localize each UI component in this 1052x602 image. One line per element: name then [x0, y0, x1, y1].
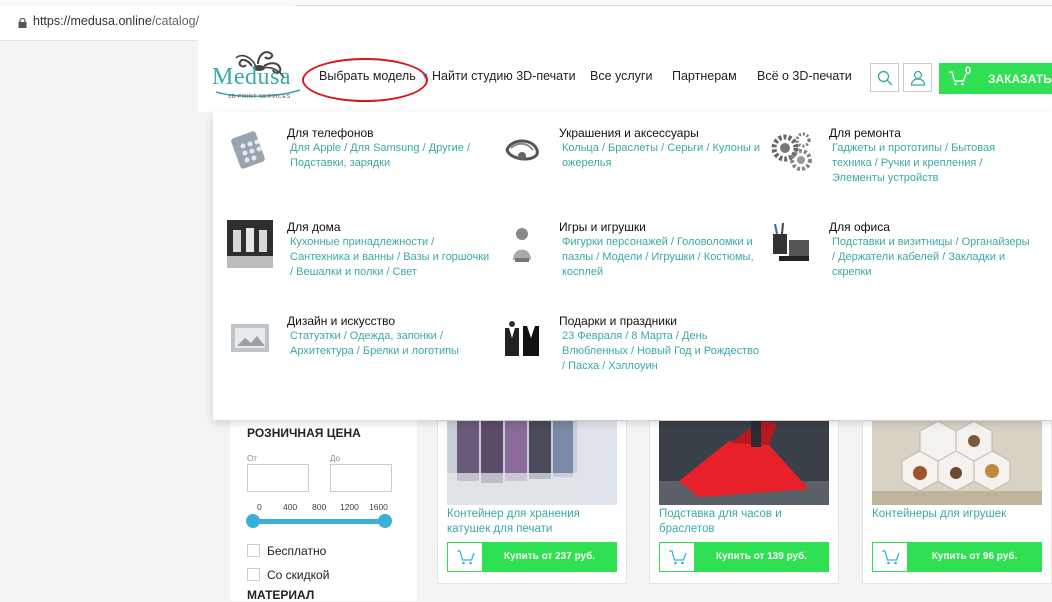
category-links[interactable]: Подставки и визитницы / Органайзеры / Де… — [832, 235, 1032, 280]
category-title[interactable]: Подарки и праздники — [559, 314, 677, 328]
user-icon — [910, 70, 926, 86]
jewelry-thumbnail[interactable] — [499, 126, 545, 174]
filter-sidebar: РОЗНИЧНАЯ ЦЕНА От До 0 400 800 1200 1600… — [230, 420, 417, 602]
category-links[interactable]: Кольца / Браслеты / Серьги / Кулоны и ож… — [562, 141, 762, 171]
logo-text: Medusa — [212, 64, 291, 90]
url-host: https://medusa.online — [33, 14, 152, 28]
url-path: /catalog/ — [151, 14, 200, 28]
catalog-mega-menu: Для телефонов Для Apple / Для Samsung / … — [213, 112, 1052, 420]
discount-checkbox-label: Со скидкой — [267, 568, 330, 582]
category-links[interactable]: 23 Февраля / 8 Марта / День Влюбленных /… — [562, 329, 762, 374]
category-title[interactable]: Игры и игрушки — [559, 220, 646, 234]
red-highlight-circle — [302, 58, 428, 102]
add-to-cart-button[interactable] — [872, 542, 908, 572]
product-title[interactable]: Контейнеры для игрушек — [872, 507, 1047, 522]
product-image[interactable] — [447, 421, 617, 505]
price-filter-title: РОЗНИЧНАЯ ЦЕНА — [247, 426, 361, 440]
art-frame-thumbnail[interactable] — [227, 314, 273, 362]
nav-all-services[interactable]: Все услуги — [590, 69, 652, 83]
user-account-button[interactable] — [903, 63, 932, 92]
category-title[interactable]: Дизайн и искусство — [287, 314, 395, 328]
price-slider-track[interactable] — [249, 519, 389, 524]
browser-address-bar: https://medusa.online/catalog/ — [0, 0, 1052, 41]
category-title[interactable]: Украшения и аксессуары — [559, 126, 699, 140]
category-links[interactable]: Статуэтки / Одежда, запонки / Архитектур… — [290, 329, 490, 359]
price-to-label: До — [330, 454, 340, 463]
cart-icon — [457, 550, 475, 565]
nav-find-studio[interactable]: Найти студию 3D-печати — [432, 69, 576, 83]
category-links[interactable]: Кухонные принадлежности / Сантехника и в… — [290, 235, 490, 280]
nav-about-3d-printing[interactable]: Всё о 3D-печати — [757, 69, 852, 83]
gears-thumbnail[interactable] — [769, 126, 815, 174]
material-filter-title: МАТЕРИАЛ — [247, 588, 315, 602]
product-card[interactable]: Контейнер для хранения катушек для печат… — [437, 420, 627, 584]
category-title[interactable]: Для телефонов — [287, 126, 374, 140]
lock-icon — [18, 18, 27, 28]
price-slider-max-handle[interactable] — [378, 514, 392, 528]
product-image[interactable] — [872, 421, 1042, 505]
price-tick: 1600 — [369, 502, 388, 512]
price-tick: 1200 — [340, 502, 359, 512]
add-to-cart-button[interactable] — [447, 542, 483, 572]
browser-tab-strip — [0, 0, 1052, 6]
site-header: Medusa 3D PRINT SERVICES Выбрать модель ▼… — [198, 40, 1052, 112]
cart-icon — [882, 550, 900, 565]
phone-holder-thumbnail[interactable] — [227, 126, 273, 174]
buy-button[interactable]: Купить от 139 руб. — [694, 542, 829, 572]
free-checkbox-label: Бесплатно — [267, 544, 327, 558]
price-to-input[interactable] — [330, 464, 392, 492]
buy-button[interactable]: Купить от 237 руб. — [482, 542, 617, 572]
cart-icon — [669, 550, 687, 565]
logo-subtitle: 3D PRINT SERVICES — [228, 94, 291, 100]
office-organizer-thumbnail[interactable] — [769, 220, 815, 268]
buy-button[interactable]: Купить от 96 руб. — [907, 542, 1042, 572]
cart-count-badge: 0 — [965, 65, 972, 77]
price-from-label: От — [247, 454, 257, 463]
product-title[interactable]: Подставка для часов и браслетов — [659, 507, 834, 537]
product-card[interactable]: Контейнеры для игрушек Купить от 96 руб. — [862, 420, 1052, 584]
add-to-cart-button[interactable] — [659, 542, 695, 572]
price-from-input[interactable] — [247, 464, 309, 492]
home-decor-thumbnail[interactable] — [227, 220, 273, 268]
search-button[interactable] — [870, 63, 899, 92]
price-tick: 400 — [283, 502, 298, 512]
discount-checkbox[interactable] — [247, 568, 260, 581]
order-button[interactable]: 0 ЗАКАЗАТЬ — [939, 63, 1052, 94]
category-title[interactable]: Для офиса — [829, 220, 890, 234]
category-links[interactable]: Для Apple / Для Samsung / Другие / Подст… — [290, 141, 490, 171]
order-button-label: ЗАКАЗАТЬ — [988, 72, 1052, 86]
product-title[interactable]: Контейнер для хранения катушек для печат… — [447, 507, 622, 537]
price-tick: 800 — [312, 502, 327, 512]
category-links[interactable]: Гаджеты и прототипы / Бытовая техника / … — [832, 141, 1032, 186]
free-checkbox[interactable] — [247, 544, 260, 557]
url-text[interactable]: https://medusa.online/catalog/ — [33, 14, 199, 28]
price-slider-min-handle[interactable] — [246, 514, 260, 528]
search-icon — [877, 70, 893, 86]
price-tick: 0 — [257, 502, 262, 512]
product-card[interactable]: Подставка для часов и браслетов Купить о… — [649, 420, 839, 584]
product-image[interactable] — [659, 421, 829, 505]
category-title[interactable]: Для ремонта — [829, 126, 901, 140]
category-title[interactable]: Для дома — [287, 220, 341, 234]
figurine-thumbnail[interactable] — [499, 220, 545, 268]
category-links[interactable]: Фигурки персонажей / Головоломки и пазлы… — [562, 235, 762, 280]
nav-partners[interactable]: Партнерам — [672, 69, 737, 83]
gift-thumbnail[interactable] — [499, 314, 545, 362]
